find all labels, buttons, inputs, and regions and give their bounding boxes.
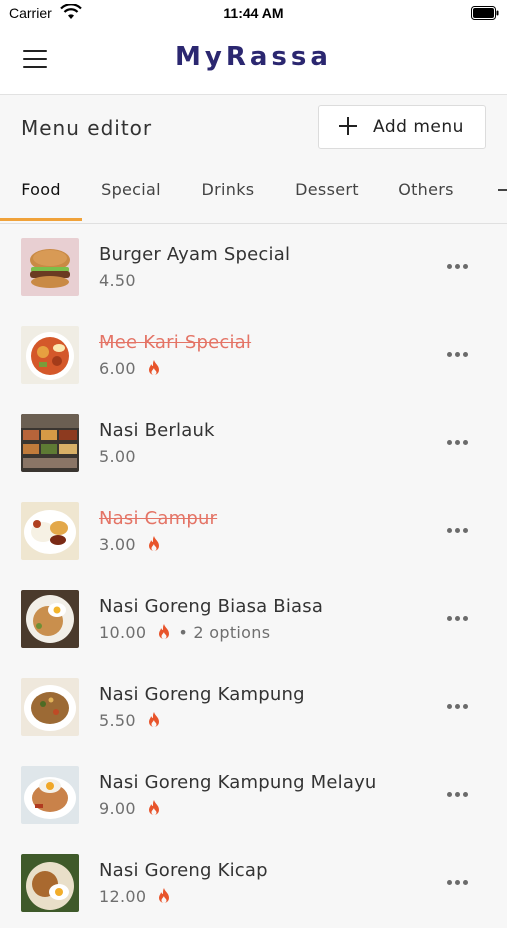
list-item[interactable]: Nasi Goreng Kicap 12.00	[0, 840, 507, 928]
category-tabs: Food Special Drinks Dessert Others	[0, 161, 507, 224]
fried-rice-photo	[21, 590, 79, 648]
app-title: MyRassa	[175, 42, 332, 72]
tab-special[interactable]: Special	[88, 161, 174, 221]
item-name: Nasi Goreng Kicap	[99, 860, 268, 881]
rice-dishes-photo	[21, 414, 79, 472]
battery-icon	[471, 6, 499, 20]
clock: 11:44 AM	[223, 5, 284, 21]
status-bar: Carrier 11:44 AM	[0, 0, 507, 28]
item-price: 5.00	[99, 447, 136, 466]
curry-noodle-photo	[21, 326, 79, 384]
item-name: Mee Kari Special	[99, 332, 252, 353]
item-price: 10.00	[99, 623, 147, 642]
item-price: 3.00	[99, 535, 136, 554]
tab-dessert[interactable]: Dessert	[284, 161, 370, 221]
fried-rice-photo	[21, 854, 79, 912]
item-name: Nasi Goreng Kampung	[99, 684, 305, 705]
fire-icon	[159, 624, 170, 639]
plus-icon	[339, 117, 357, 135]
more-options-icon[interactable]	[447, 616, 469, 622]
page-title: Menu editor	[21, 116, 153, 140]
list-item[interactable]: Nasi Goreng Biasa Biasa 10.00 • 2 options	[0, 576, 507, 664]
list-item[interactable]: Nasi Goreng Kampung 5.50	[0, 664, 507, 752]
more-options-icon[interactable]	[447, 528, 469, 534]
item-options-count: • 2 options	[178, 623, 271, 642]
add-menu-button[interactable]: Add menu	[318, 105, 486, 149]
fire-icon	[148, 536, 159, 551]
tab-overflow-indicator[interactable]	[498, 189, 507, 191]
item-name: Nasi Goreng Kampung Melayu	[99, 772, 377, 793]
item-name: Nasi Berlauk	[99, 420, 215, 441]
list-item[interactable]: Burger Ayam Special 4.50	[0, 224, 507, 312]
item-price: 5.50	[99, 711, 136, 730]
fire-icon	[148, 800, 159, 815]
item-meta: 6.00	[99, 359, 162, 378]
fire-icon	[148, 712, 159, 727]
item-meta: 10.00 • 2 options	[99, 623, 270, 642]
item-price: 6.00	[99, 359, 136, 378]
list-item[interactable]: Nasi Goreng Kampung Melayu 9.00	[0, 752, 507, 840]
more-options-icon[interactable]	[447, 880, 469, 886]
item-meta: 5.50	[99, 711, 162, 730]
more-options-icon[interactable]	[447, 352, 469, 358]
more-options-icon[interactable]	[447, 440, 469, 446]
item-price: 9.00	[99, 799, 136, 818]
item-meta: 4.50	[99, 271, 136, 290]
item-price: 4.50	[99, 271, 136, 290]
top-nav-bar: MyRassa	[0, 28, 507, 95]
more-options-icon[interactable]	[447, 792, 469, 798]
list-item[interactable]: Nasi Berlauk 5.00	[0, 400, 507, 488]
fried-rice-photo	[21, 766, 79, 824]
item-meta: 5.00	[99, 447, 136, 466]
burger-photo	[21, 238, 79, 296]
item-price: 12.00	[99, 887, 147, 906]
tab-food[interactable]: Food	[0, 161, 82, 221]
mixed-rice-photo	[21, 502, 79, 560]
item-name: Nasi Goreng Biasa Biasa	[99, 596, 324, 617]
item-name: Nasi Campur	[99, 508, 218, 529]
item-meta: 12.00	[99, 887, 172, 906]
fried-rice-photo	[21, 678, 79, 736]
tab-others[interactable]: Others	[384, 161, 468, 221]
item-meta: 9.00	[99, 799, 162, 818]
list-item[interactable]: Nasi Campur 3.00	[0, 488, 507, 576]
editor-header: Menu editor Add menu	[0, 95, 507, 161]
tab-drinks[interactable]: Drinks	[186, 161, 270, 221]
item-name: Burger Ayam Special	[99, 244, 291, 265]
fire-icon	[148, 360, 159, 375]
more-options-icon[interactable]	[447, 704, 469, 710]
fire-icon	[159, 888, 170, 903]
add-menu-label: Add menu	[373, 117, 464, 137]
item-meta: 3.00	[99, 535, 162, 554]
more-options-icon[interactable]	[447, 264, 469, 270]
list-item[interactable]: Mee Kari Special 6.00	[0, 312, 507, 400]
